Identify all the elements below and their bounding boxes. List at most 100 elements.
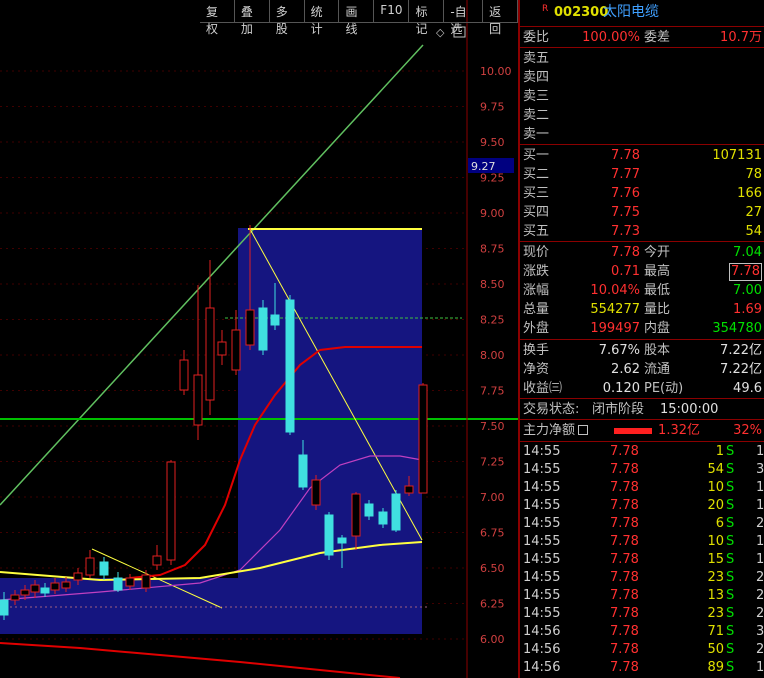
tick-row: 14:55 7.78 10 S 1 [520, 479, 764, 497]
tick-side: S [726, 660, 735, 675]
stock-badge: R [542, 4, 549, 14]
tick-volume: 15 [707, 552, 724, 567]
list-icon[interactable] [578, 425, 588, 435]
weibi-value: 100.00% [582, 30, 640, 45]
stock-header[interactable]: R 002300 太阳电缆 [520, 3, 764, 25]
tick-price: 7.78 [610, 552, 639, 567]
trade-status-row: 交易状态: 闭市阶段 15:00:00 [520, 400, 764, 419]
candle-body [166, 461, 176, 561]
tick-side: S [726, 588, 735, 603]
tick-row: 14:55 7.78 10 S 1 [520, 533, 764, 551]
toolbar-button[interactable]: F10 [374, 0, 410, 23]
toolbar-button[interactable]: 画线 [339, 0, 375, 36]
toolbar-button[interactable]: 叠加 [234, 0, 270, 36]
toolbar-button[interactable]: 标记 [409, 0, 445, 36]
sell-level-row: 卖三 [520, 87, 764, 106]
axis-tick-label: 9.00 [480, 207, 505, 220]
axis-tick-label: 6.25 [480, 598, 505, 611]
quote-stat-row: 涨幅 10.04% 最低 7.00 [520, 281, 764, 300]
candle-body [378, 511, 388, 525]
buy-level-price: 7.78 [611, 148, 640, 163]
main-flow-bar [614, 428, 652, 434]
main-flow-pct: 32% [733, 423, 762, 438]
candle-body [10, 594, 20, 601]
tick-count: 1 [756, 534, 764, 549]
stat-label: 涨幅 [523, 283, 550, 298]
axis-tick-label: 8.50 [480, 278, 505, 291]
tick-volume: 54 [707, 462, 724, 477]
stat-value: 0.120 [602, 381, 640, 396]
diamond-icon[interactable]: ◇ [436, 26, 445, 39]
tick-count: 1 [756, 660, 764, 675]
candle-body [364, 503, 374, 517]
candle-body [50, 582, 60, 591]
candle-body [85, 557, 95, 576]
candle-body [245, 309, 255, 346]
tick-count: 2 [756, 642, 764, 657]
tick-count: 1 [756, 552, 764, 567]
candle-body [125, 577, 135, 587]
toolbar-button[interactable]: 统计 [304, 0, 340, 36]
tick-time: 14:55 [523, 498, 561, 513]
candle-body [61, 581, 71, 589]
main-flow-row[interactable]: 主力净额 1.32亿 32% [520, 421, 764, 440]
toolbar-button[interactable]: -自选 [444, 0, 484, 36]
tick-volume: 10 [707, 534, 724, 549]
divider [520, 441, 764, 442]
toolbar-button[interactable]: 复权 [200, 0, 235, 36]
stock-code: 002300 [554, 5, 609, 20]
tick-side: S [726, 534, 735, 549]
stat-label: 涨跌 [523, 264, 550, 279]
candle-body [73, 572, 83, 581]
weibi-label: 委比 [523, 30, 550, 45]
stat-value: 7.22亿 [720, 343, 762, 358]
toolbar-button[interactable]: 多股 [269, 0, 305, 36]
candle-body [113, 577, 123, 591]
stat-label: 外盘 [523, 321, 550, 336]
sell-level-row: 卖五 [520, 49, 764, 68]
buy-level-row: 买一 7.78 107131 [520, 146, 764, 165]
axis-tick-label: 8.75 [480, 243, 505, 256]
sell-level-row: 卖二 [520, 106, 764, 125]
stat-label: 最低 [644, 283, 671, 298]
candle-body [152, 555, 162, 566]
tick-side: S [726, 444, 735, 459]
stat-value: 0.71 [611, 264, 640, 279]
candle-body [337, 537, 347, 544]
stat-label: 流通 [644, 362, 671, 377]
quote-stat-row: 外盘 199497 内盘 354780 [520, 319, 764, 338]
candle-body [193, 374, 203, 426]
tick-count: 2 [756, 588, 764, 603]
stat-value: 554277 [590, 302, 640, 317]
kline-chart[interactable]: ◇ 10.00 9.75 9.50 9.25 9.00 8.75 8.50 8.25 8.00 7… [0, 0, 518, 678]
tick-volume: 23 [707, 606, 724, 621]
fundamental-row: 净资 2.62 流通 7.22亿 [520, 360, 764, 379]
sell-level-row: 卖一 [520, 125, 764, 144]
kline-chart-panel[interactable]: ◇ 10.00 9.75 9.50 9.25 9.00 8.75 8.50 8.25 8.00 7… [0, 0, 518, 678]
tick-row: 14:55 7.78 20 S 1 [520, 497, 764, 515]
tick-row: 14:55 7.78 6 S 2 [520, 515, 764, 533]
candle-body [179, 359, 189, 391]
candle-body [217, 341, 227, 356]
tick-side: S [726, 570, 735, 585]
tick-price: 7.78 [610, 462, 639, 477]
tick-price: 7.78 [610, 570, 639, 585]
tick-side: S [726, 516, 735, 531]
stat-value: 1.69 [733, 302, 762, 317]
weicha-label: 委差 [644, 30, 671, 45]
tick-volume: 20 [707, 498, 724, 513]
candle-body [30, 584, 40, 593]
sell-level-label: 卖五 [523, 51, 550, 66]
buy-level-row: 买三 7.76 166 [520, 184, 764, 203]
candle-body [40, 587, 50, 594]
tick-time: 14:55 [523, 480, 561, 495]
trade-status-time: 15:00:00 [660, 402, 719, 417]
divider [520, 398, 764, 399]
buy-level-label: 买一 [523, 148, 550, 163]
candle-body [418, 384, 428, 494]
axis-tick-label: 9.75 [480, 101, 505, 114]
price-tag-text: 9.27 [471, 160, 496, 173]
tick-volume: 13 [707, 588, 724, 603]
toolbar-button[interactable]: 返回 [483, 0, 518, 36]
tick-count: 1 [756, 480, 764, 495]
